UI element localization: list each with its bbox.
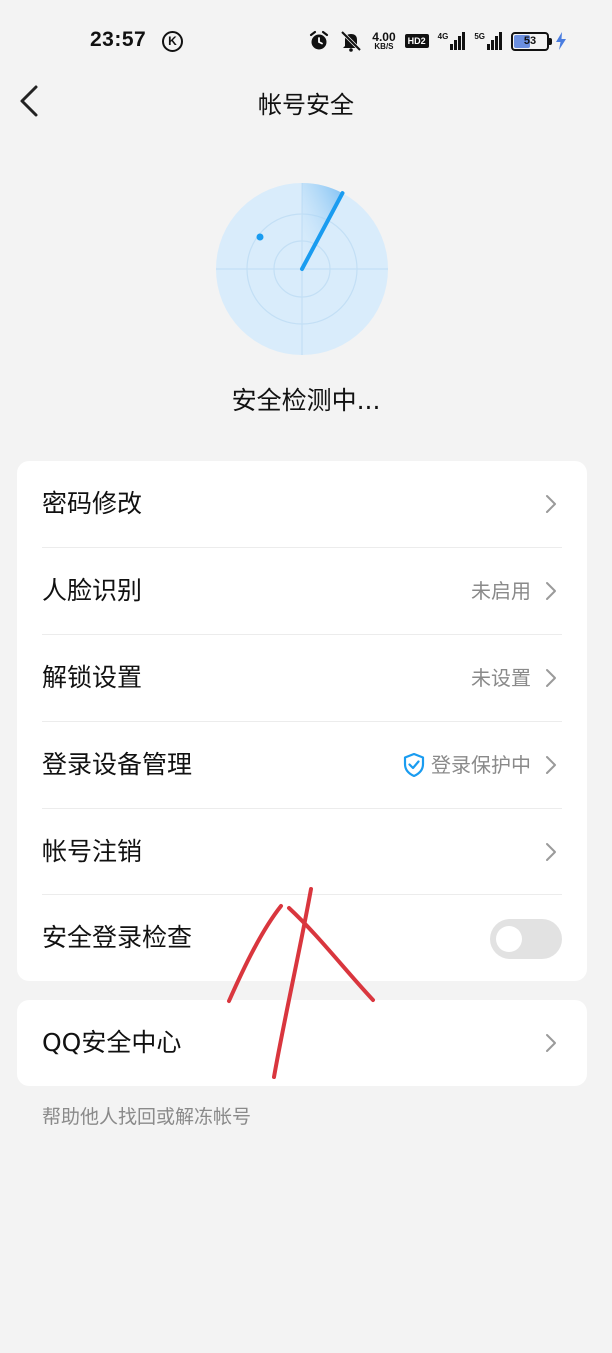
- account-deletion-row[interactable]: 帐号注销: [17, 809, 587, 895]
- row-label: 帐号注销: [42, 837, 143, 866]
- face-recognition-row[interactable]: 人脸识别 未启用: [17, 548, 587, 634]
- chevron-right-icon: [546, 843, 556, 861]
- row-label: 解锁设置: [42, 663, 143, 692]
- qq-security-footnote: 帮助他人找回或解冻帐号: [42, 1106, 252, 1128]
- alarm-icon: [308, 30, 330, 52]
- row-label: QQ安全中心: [42, 1028, 182, 1057]
- row-label: 密码修改: [42, 489, 143, 518]
- status-bar: 23:57 K 4.00 KB/S HD2 4G 5G 53: [0, 0, 612, 82]
- row-value: 未启用: [471, 579, 531, 603]
- signal-4g-icon: 4G: [438, 32, 466, 50]
- row-label: 登录设备管理: [42, 750, 193, 779]
- unlock-settings-row[interactable]: 解锁设置 未设置: [17, 635, 587, 721]
- row-label: 安全登录检查: [42, 923, 193, 952]
- qq-security-card: QQ安全中心: [17, 1000, 587, 1086]
- hd-voice-icon: HD2: [404, 34, 429, 48]
- secure-login-check-toggle[interactable]: [490, 919, 562, 959]
- shield-check-icon: [403, 753, 425, 777]
- status-time: 23:57: [90, 28, 147, 51]
- row-label: 人脸识别: [42, 576, 143, 605]
- row-value-with-icon: 登录保护中: [403, 722, 531, 808]
- network-speed: 4.00 KB/S: [372, 30, 396, 51]
- status-icons: 4.00 KB/S HD2 4G 5G 53: [308, 28, 566, 54]
- battery-icon: 53: [511, 31, 566, 51]
- chevron-right-icon: [546, 582, 556, 600]
- login-protection-status: 登录保护中: [431, 753, 531, 777]
- qq-security-center-row[interactable]: QQ安全中心: [17, 1000, 587, 1086]
- chevron-right-icon: [546, 1034, 556, 1052]
- security-scan-radar: [216, 183, 388, 355]
- row-value: 未设置: [471, 666, 531, 690]
- signal-5g-icon: 5G: [474, 32, 502, 50]
- chevron-right-icon: [546, 495, 556, 513]
- device-management-row[interactable]: 登录设备管理 登录保护中: [17, 722, 587, 808]
- k-badge-icon: K: [162, 31, 183, 52]
- mute-bell-icon: [339, 30, 363, 52]
- nav-bar: 帐号安全: [0, 72, 612, 130]
- page-title: 帐号安全: [258, 91, 354, 119]
- chevron-right-icon: [546, 756, 556, 774]
- charging-bolt-icon: [556, 32, 566, 50]
- password-change-row[interactable]: 密码修改: [17, 461, 587, 547]
- scan-status-text: 安全检测中...: [231, 386, 381, 415]
- battery-level: 53: [523, 34, 537, 47]
- toggle-knob: [496, 926, 522, 952]
- security-settings-card: 密码修改 人脸识别 未启用 解锁设置 未设置 登录设备管理 登录保护中 帐号注销…: [17, 461, 587, 981]
- secure-login-check-row: 安全登录检查: [17, 895, 587, 981]
- chevron-right-icon: [546, 669, 556, 687]
